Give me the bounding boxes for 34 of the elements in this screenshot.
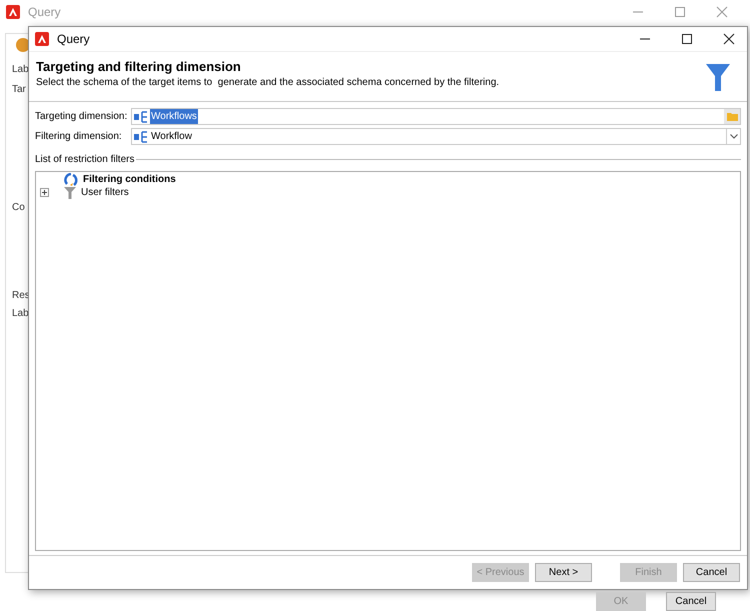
folder-icon [726, 112, 738, 121]
refresh-icon [64, 172, 78, 186]
expand-icon[interactable] [40, 188, 49, 197]
funnel-icon [64, 186, 76, 198]
tree-item[interactable]: Filtering conditions [83, 172, 176, 187]
maximize-icon[interactable] [681, 33, 693, 45]
dropdown-button[interactable] [726, 129, 740, 144]
app-logo-icon [35, 32, 49, 46]
schema-icon [134, 110, 148, 122]
field-value: Workflow [150, 130, 193, 144]
chevron-down-icon [730, 134, 738, 139]
tree-item[interactable]: User filters [81, 185, 129, 200]
window-title: Query [28, 4, 61, 21]
dropdown-field[interactable]: Workflow [131, 128, 741, 145]
dialog-description: Select the schema of the target items to generate and the associated schema concerned by the filtering. [36, 76, 500, 90]
field-value: Workflows [150, 109, 198, 124]
field-label: Tar [12, 83, 26, 97]
app-logo-icon [6, 5, 20, 19]
dialog-heading: Targeting and filtering dimension [36, 58, 242, 75]
close-icon[interactable] [723, 33, 735, 45]
status-icon [16, 38, 30, 52]
cancel-button[interactable]: Cancel [683, 563, 740, 582]
field-label: Co [12, 201, 25, 215]
section-label: List of restriction filters [35, 153, 134, 167]
window-title: Query [57, 31, 90, 48]
cancel-button[interactable]: Cancel [666, 592, 716, 611]
funnel-icon [706, 64, 730, 91]
field-label: Lab [12, 63, 29, 77]
field-label: Lab [12, 307, 29, 321]
field-label: Targeting dimension: [35, 110, 128, 124]
input-field[interactable]: Workflows [131, 108, 741, 125]
field-label: Filtering dimension: [35, 130, 123, 144]
schema-icon [134, 130, 148, 142]
next-button[interactable]: Next > [535, 563, 592, 582]
